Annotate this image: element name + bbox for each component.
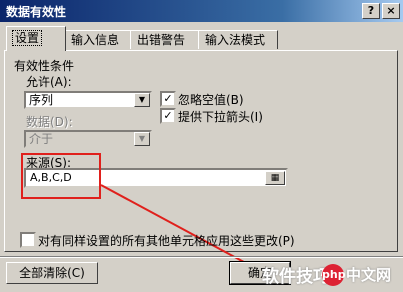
- clear-all-button[interactable]: 全部清除(C): [6, 262, 98, 284]
- apply-all-label: 对有同样设置的所有其他单元格应用这些更改(P): [38, 234, 295, 248]
- tab-settings[interactable]: 设置: [6, 26, 66, 51]
- apply-all-checkbox[interactable]: [20, 232, 36, 248]
- divider: [0, 256, 403, 258]
- watermark-text: 软件技巧: [262, 267, 330, 287]
- tab-settings-label: 设置: [11, 30, 43, 46]
- watermark-site: 中文网: [346, 266, 392, 284]
- php-logo-icon: php: [322, 264, 346, 286]
